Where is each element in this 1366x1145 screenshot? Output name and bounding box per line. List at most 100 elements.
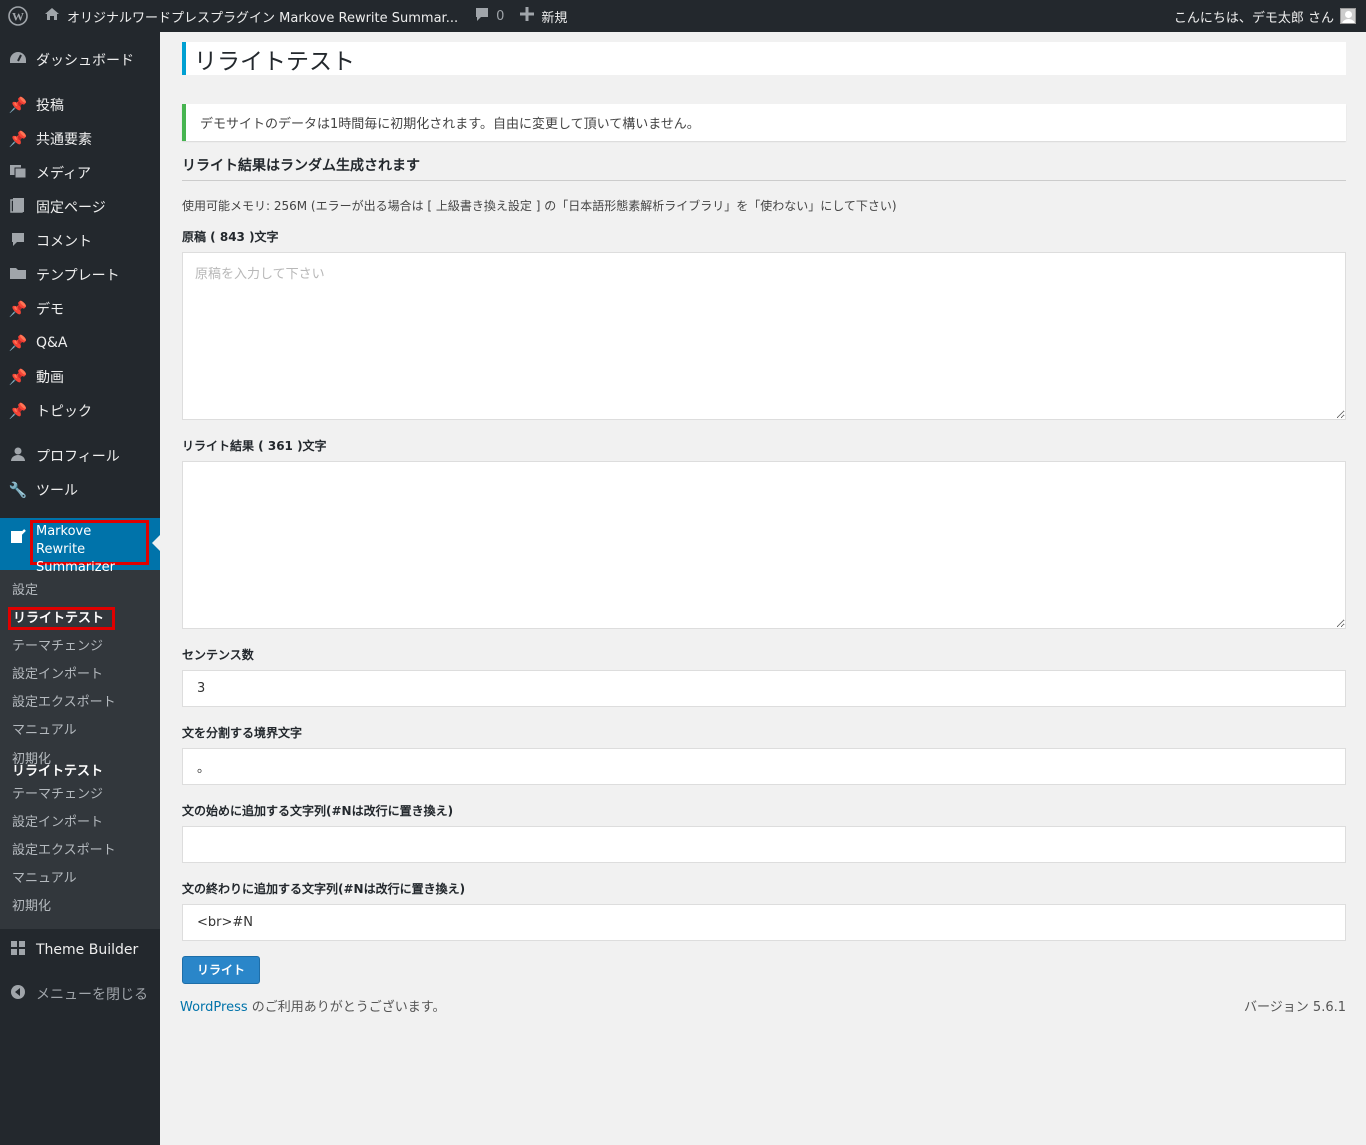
sidebar-item-label: ダッシュボード: [36, 53, 134, 69]
pin-icon: 📌: [8, 300, 28, 318]
sidebar-item-label: ツール: [36, 483, 78, 499]
plus-icon: [520, 7, 535, 25]
suffix-input[interactable]: [182, 904, 1346, 941]
result-textarea[interactable]: [182, 461, 1346, 629]
sidebar-item-label: 固定ページ: [36, 200, 106, 216]
sidebar-item-posts[interactable]: 📌 投稿: [0, 88, 160, 122]
sidebar-item-tools[interactable]: 🔧 ツール: [0, 473, 160, 507]
prefix-label: 文の始めに追加する文字列(#Nは改行に置き換え): [182, 804, 454, 818]
folder-icon: [8, 266, 28, 284]
collapse-menu-button[interactable]: メニューを閉じる: [0, 977, 160, 1011]
user-icon: [8, 446, 28, 466]
sidebar-item-theme-builder[interactable]: Theme Builder: [0, 933, 160, 967]
page-icon: [8, 197, 28, 217]
footer-thanks-text: のご利用ありがとうございます。: [247, 1000, 446, 1015]
rewrite-button[interactable]: リライト: [182, 956, 260, 984]
submenu-item-manual-duplicate[interactable]: マニュアル: [0, 865, 160, 893]
home-icon: [44, 7, 60, 25]
sidebar-item-label: Theme Builder: [36, 942, 139, 958]
submenu: 設定 リライトテスト テーマチェンジ 設定インポート 設定エクスポート マニュア…: [0, 570, 160, 929]
pin-icon: 📌: [8, 402, 28, 420]
submenu-item-theme-change[interactable]: テーマチェンジ: [0, 633, 160, 661]
submenu-item-manual[interactable]: マニュアル: [0, 717, 160, 745]
sidebar-item-label: 動画: [36, 370, 64, 386]
collapse-label: メニューを閉じる: [36, 987, 148, 1003]
result-label: リライト結果 ( 361 )文字: [182, 439, 327, 453]
sidebar-item-demo[interactable]: 📌 デモ: [0, 292, 160, 326]
sidebar-item-label: コメント: [36, 234, 92, 250]
my-account-link[interactable]: こんにちは、デモ太郎 さん: [1166, 0, 1366, 32]
pin-icon: 📌: [8, 96, 28, 114]
delimiter-label: 文を分割する境界文字: [182, 726, 303, 740]
footer-version: バージョン 5.6.1: [1244, 1000, 1346, 1015]
submenu-item-settings-export-duplicate[interactable]: 設定エクスポート: [0, 837, 160, 865]
submenu-item-settings-import-duplicate[interactable]: 設定インポート: [0, 809, 160, 837]
source-label: 原稿 ( 843 )文字: [182, 230, 279, 244]
collapse-arrow-icon: [8, 984, 28, 1004]
demo-notice: デモサイトのデータは1時間毎に初期化されます。自由に変更して頂いて構いません。: [182, 104, 1346, 141]
sidebar-item-common[interactable]: 📌 共通要素: [0, 122, 160, 156]
memory-info: 使用可能メモリ: 256M (エラーが出る場合は [ 上級書き換え設定 ] の「…: [182, 199, 897, 213]
comments-link[interactable]: 0: [466, 0, 512, 32]
submenu-item-rewrite-test[interactable]: リライトテスト: [0, 605, 160, 633]
dashboard-icon: [8, 50, 28, 70]
media-icon: [8, 163, 28, 183]
sidebar-item-label: トピック: [36, 404, 92, 420]
comment-count: 0: [496, 8, 505, 24]
site-name-label: オリジナルワードプレスプラグイン Markove Rewrite Summar.…: [67, 10, 459, 26]
grid-icon: [8, 940, 28, 960]
sidebar-item-label: テンプレート: [36, 268, 120, 284]
page-title: リライトテスト: [182, 42, 1346, 75]
edit-icon: [8, 528, 28, 548]
sidebar-item-profile[interactable]: プロフィール: [0, 439, 160, 473]
submenu-item-settings-export[interactable]: 設定エクスポート: [0, 689, 160, 717]
current-menu-label: Markove Rewrite Summarizer: [30, 520, 149, 575]
admin-sidebar: ダッシュボード 📌 投稿 📌 共通要素 メディア 固定ページ コメント テンプレ…: [0, 32, 160, 1145]
sidebar-item-video[interactable]: 📌 動画: [0, 360, 160, 394]
sidebar-item-label: プロフィール: [36, 449, 120, 465]
new-content-link[interactable]: 新規: [512, 0, 575, 32]
sentence-count-label: センテンス数: [182, 648, 254, 662]
submenu-item-settings[interactable]: 設定: [0, 577, 160, 605]
sidebar-item-label: 共通要素: [36, 132, 92, 148]
submenu-item-rewrite-test-duplicate[interactable]: リライトテスト: [0, 765, 160, 781]
sidebar-item-comments[interactable]: コメント: [0, 224, 160, 258]
pin-icon: 📌: [8, 130, 28, 148]
comment-icon: [8, 232, 28, 251]
main-content: リライトテスト デモサイトのデータは1時間毎に初期化されます。自由に変更して頂い…: [182, 32, 1346, 984]
avatar: [1340, 8, 1356, 24]
delimiter-input[interactable]: [182, 748, 1346, 785]
sidebar-item-label: 投稿: [36, 98, 64, 114]
sidebar-item-label: デモ: [36, 302, 64, 318]
source-textarea[interactable]: [182, 252, 1346, 420]
submenu-item-reset-duplicate[interactable]: 初期化: [0, 893, 160, 921]
submenu-item-theme-change-duplicate[interactable]: テーマチェンジ: [0, 781, 160, 809]
comment-icon: [474, 7, 490, 26]
sidebar-item-label: Q&A: [36, 335, 68, 351]
sidebar-item-dashboard[interactable]: ダッシュボード: [0, 43, 160, 77]
sidebar-item-topics[interactable]: 📌 トピック: [0, 394, 160, 428]
site-name-link[interactable]: オリジナルワードプレスプラグイン Markove Rewrite Summar.…: [36, 0, 466, 32]
sidebar-item-qa[interactable]: 📌 Q&A: [0, 326, 160, 360]
sidebar-item-markove-rewrite-summarizer[interactable]: Markove Rewrite Summarizer: [0, 518, 160, 575]
submenu-item-label: リライトテスト: [8, 607, 116, 630]
pin-icon: 📌: [8, 334, 28, 352]
section-title: リライト結果はランダム生成されます: [182, 155, 1346, 181]
sidebar-item-label: メディア: [36, 166, 92, 182]
new-label: 新規: [541, 10, 568, 26]
submenu-item-settings-import[interactable]: 設定インポート: [0, 661, 160, 689]
wordpress-logo-icon[interactable]: W: [0, 0, 36, 32]
wrench-icon: 🔧: [8, 481, 28, 499]
prefix-input[interactable]: [182, 826, 1346, 863]
sidebar-item-pages[interactable]: 固定ページ: [0, 190, 160, 224]
sidebar-item-templates[interactable]: テンプレート: [0, 258, 160, 292]
sidebar-item-media[interactable]: メディア: [0, 156, 160, 190]
admin-bar: W オリジナルワードプレスプラグイン Markove Rewrite Summa…: [0, 0, 1366, 32]
greeting-text: こんにちは、デモ太郎 さん: [1173, 10, 1334, 26]
svg-text:W: W: [12, 10, 24, 24]
sentence-count-input[interactable]: [182, 670, 1346, 707]
suffix-label: 文の終わりに追加する文字列(#Nは改行に置き換え): [182, 882, 466, 896]
wordpress-link[interactable]: WordPress: [180, 1000, 248, 1015]
footer: WordPress のご利用ありがとうございます。 バージョン 5.6.1: [180, 996, 1346, 1015]
pin-icon: 📌: [8, 368, 28, 386]
